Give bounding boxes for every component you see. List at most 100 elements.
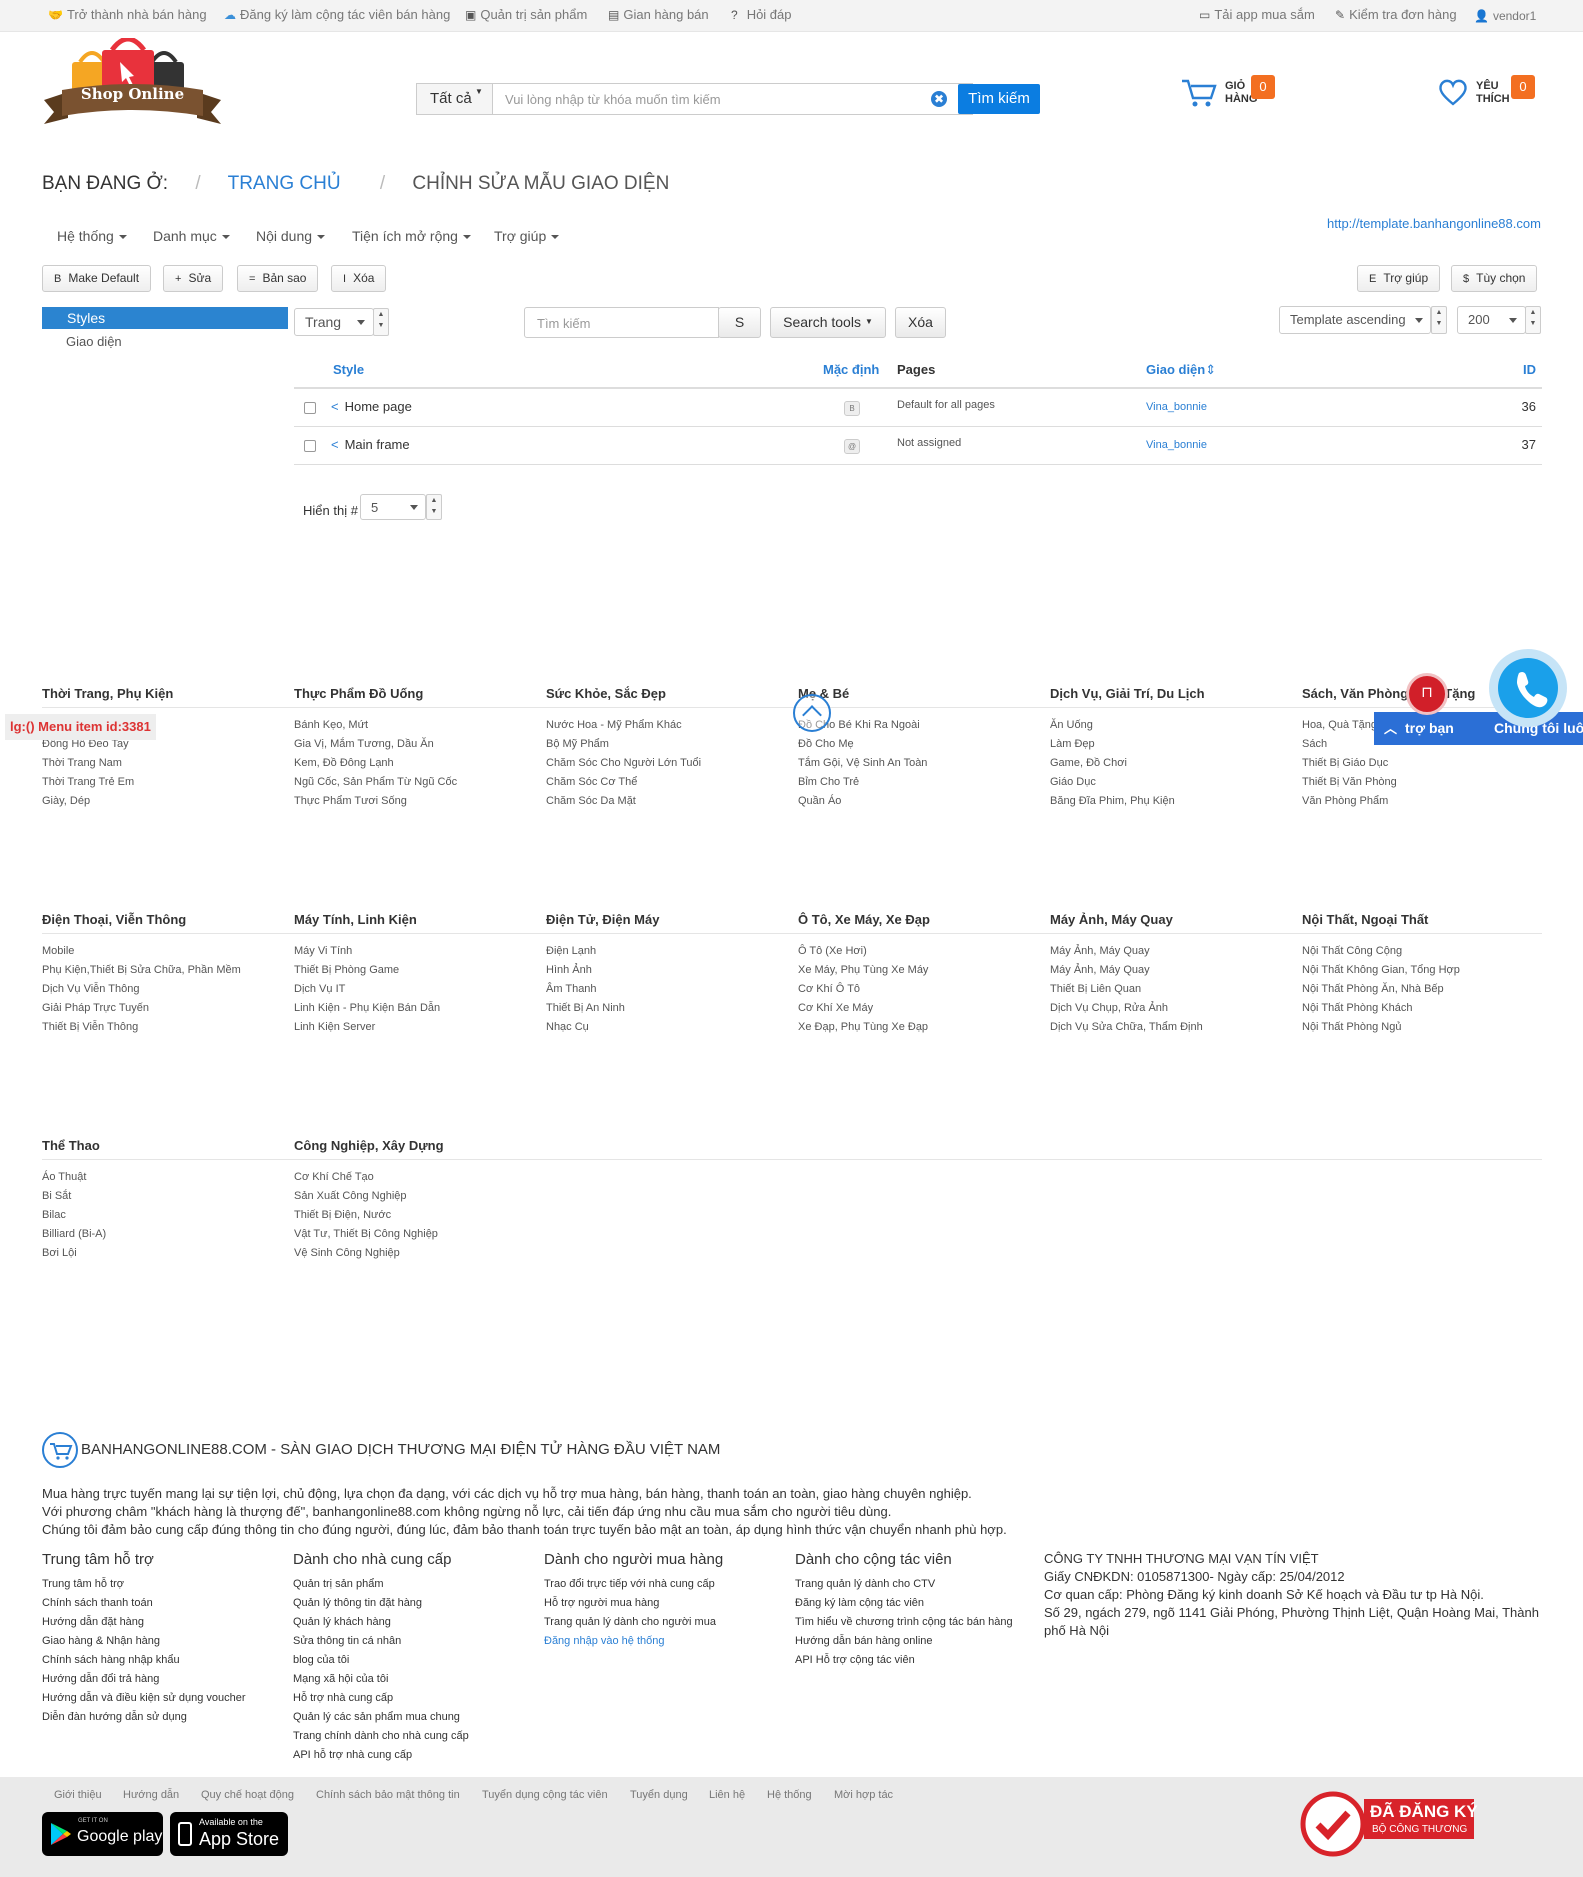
category-link[interactable]: Máy Ảnh, Máy Quay xyxy=(1050,942,1150,961)
footer-link[interactable]: blog của tôi xyxy=(293,1651,349,1670)
footer-link[interactable]: Quản lý thông tin đặt hàng xyxy=(293,1594,422,1613)
category-link[interactable]: Âm Thanh xyxy=(546,980,597,999)
menu-system[interactable]: Hệ thống xyxy=(57,228,127,244)
delete-button[interactable]: I Xóa xyxy=(331,265,387,292)
chat-button[interactable]: ⊓ xyxy=(1406,673,1448,715)
col-default[interactable]: Mặc định xyxy=(823,362,879,377)
category-link[interactable]: Bilac xyxy=(42,1206,66,1225)
col-style[interactable]: Style xyxy=(333,362,364,377)
col-template[interactable]: Giao diện⇕ xyxy=(1146,362,1216,378)
category-link[interactable]: Dịch Vụ Sửa Chữa, Thẩm Định xyxy=(1050,1018,1203,1037)
footer-link[interactable]: Chính sách hàng nhập khẩu xyxy=(42,1651,180,1670)
row-checkbox[interactable] xyxy=(304,440,316,452)
category-link[interactable]: Linh Kiện - Phụ Kiện Bán Dẫn xyxy=(294,999,440,1018)
footer-link[interactable]: Hướng dẫn và điều kiện sử dụng voucher xyxy=(42,1689,246,1708)
footer-link[interactable]: Hướng dẫn đổi trả hàng xyxy=(42,1670,159,1689)
category-link[interactable]: Bánh Kẹo, Mứt xyxy=(294,716,368,735)
check-order-link[interactable]: ✎ Kiểm tra đơn hàng xyxy=(1335,7,1457,22)
footer-link[interactable]: Đăng nhập vào hệ thống xyxy=(544,1632,665,1651)
faq-link[interactable]: ? Hỏi đáp xyxy=(731,7,792,22)
style-name-link[interactable]: < Main frame xyxy=(331,437,410,452)
footer-link[interactable]: Sửa thông tin cá nhân xyxy=(293,1632,401,1651)
menu-content[interactable]: Nội dung xyxy=(256,228,325,244)
footer-link[interactable]: Quản lý khách hàng xyxy=(293,1613,391,1632)
category-link[interactable]: Nội Thất Công Cộng xyxy=(1302,942,1402,961)
category-link[interactable]: Thiết Bị Phòng Game xyxy=(294,961,399,980)
options-button[interactable]: $ Tùy chọn xyxy=(1451,265,1538,292)
category-link[interactable]: Kem, Đồ Đông Lạnh xyxy=(294,754,394,773)
cart-button[interactable]: GIỎ HÀNG 0 xyxy=(1181,74,1276,114)
google-play-badge[interactable]: GET IT ON Google play xyxy=(42,1812,163,1856)
category-title[interactable]: Thể Thao xyxy=(42,1138,100,1153)
category-link[interactable]: Phụ Kiện,Thiết Bị Sửa Chữa, Phần Mềm xyxy=(42,961,241,980)
become-seller-link[interactable]: 🤝 Trở thành nhà bán hàng xyxy=(48,7,207,22)
category-link[interactable]: Cơ Khí Chế Tạo xyxy=(294,1168,374,1187)
filter-search-input[interactable]: Tìm kiếm xyxy=(524,307,719,338)
registered-ministry-badge[interactable]: ĐÃ ĐĂNG KÝ BỘ CÔNG THƯƠNG xyxy=(1298,1787,1478,1865)
default-star-icon[interactable]: B xyxy=(844,401,860,416)
search-button[interactable]: Tìm kiếm xyxy=(958,84,1040,114)
user-menu[interactable]: 👤 vendor1 xyxy=(1474,9,1536,23)
bottom-link[interactable]: Giới thiệu xyxy=(54,1789,102,1801)
category-link[interactable]: Bộ Mỹ Phẩm xyxy=(546,735,609,754)
search-input[interactable]: Vui lòng nhập từ khóa muốn tìm kiếm xyxy=(492,83,973,115)
bottom-link[interactable]: Tuyển dụng cộng tác viên xyxy=(482,1789,608,1801)
display-count-spinner[interactable]: ▲ ▼ xyxy=(426,494,442,520)
category-link[interactable]: Gia Vị, Mắm Tương, Dầu Ăn xyxy=(294,735,434,754)
category-link[interactable]: Nhạc Cụ xyxy=(546,1018,589,1037)
bottom-link[interactable]: Hệ thống xyxy=(767,1789,812,1801)
limit-select[interactable]: 200 xyxy=(1457,306,1526,334)
display-count-select[interactable]: 5 xyxy=(360,494,426,520)
footer-link[interactable]: Hỗ trợ nhà cung cấp xyxy=(293,1689,393,1708)
menu-categories[interactable]: Danh mục xyxy=(153,228,230,244)
category-link[interactable]: Quần Áo xyxy=(798,792,841,811)
category-link[interactable]: Billiard (Bi-A) xyxy=(42,1225,106,1244)
category-link[interactable]: Thiết Bị Điện, Nước xyxy=(294,1206,391,1225)
category-link[interactable]: Băng Đĩa Phim, Phụ Kiện xyxy=(1050,792,1175,811)
category-title[interactable]: Thực Phẩm Đồ Uống xyxy=(294,686,423,701)
help-button[interactable]: E Trợ giúp xyxy=(1357,265,1441,292)
category-title[interactable]: Công Nghiệp, Xây Dựng xyxy=(294,1138,444,1153)
search-tools-button[interactable]: Search tools ▼ xyxy=(770,307,886,338)
category-link[interactable]: Thiết Bị Viễn Thông xyxy=(42,1018,138,1037)
category-link[interactable]: Nội Thất Phòng Ăn, Nhà Bếp xyxy=(1302,980,1444,999)
category-link[interactable]: Nước Hoa - Mỹ Phẩm Khác xyxy=(546,716,682,735)
make-default-button[interactable]: B Make Default xyxy=(42,265,152,292)
col-id[interactable]: ID xyxy=(1523,362,1536,377)
category-link[interactable]: Xe Máy, Phụ Tùng Xe Máy xyxy=(798,961,928,980)
category-link[interactable]: Bơi Lội xyxy=(42,1244,77,1263)
category-link[interactable]: Sản Xuất Công Nghiệp xyxy=(294,1187,407,1206)
category-link[interactable]: Thiết Bị Văn Phòng xyxy=(1302,773,1397,792)
category-link[interactable]: Chăm Sóc Cơ Thể xyxy=(546,773,637,792)
category-title[interactable]: Ô Tô, Xe Máy, Xe Đạp xyxy=(798,912,930,927)
category-link[interactable]: Văn Phòng Phẩm xyxy=(1302,792,1388,811)
category-link[interactable]: Cơ Khí Ô Tô xyxy=(798,980,860,999)
category-link[interactable]: Bỉm Cho Trẻ xyxy=(798,773,859,792)
category-link[interactable]: Thực Phẩm Tươi Sống xyxy=(294,792,407,811)
footer-link[interactable]: API hỗ trợ nhà cung cấp xyxy=(293,1746,412,1765)
edit-button[interactable]: + Sửa xyxy=(163,265,224,292)
category-link[interactable]: Ngũ Cốc, Sản Phẩm Từ Ngũ Cốc xyxy=(294,773,457,792)
footer-link[interactable]: Hướng dẫn bán hàng online xyxy=(795,1632,933,1651)
footer-link[interactable]: Đăng ký làm cộng tác viên xyxy=(795,1594,924,1613)
category-link[interactable]: Nội Thất Phòng Khách xyxy=(1302,999,1412,1018)
category-link[interactable]: Làm Đẹp xyxy=(1050,735,1095,754)
category-link[interactable]: Mobile xyxy=(42,942,74,961)
row-checkbox[interactable] xyxy=(304,402,316,414)
filter-search-button[interactable]: S xyxy=(718,307,761,338)
site-link[interactable]: http://template.banhangonline88.com xyxy=(1327,216,1541,231)
client-filter-spinner[interactable]: ▲ ▼ xyxy=(373,308,389,336)
category-link[interactable]: Giải Pháp Trực Tuyến xyxy=(42,999,149,1018)
scroll-up-button[interactable] xyxy=(793,694,831,732)
footer-link[interactable]: Trang chính dành cho nhà cung cấp xyxy=(293,1727,469,1746)
download-app-link[interactable]: ▭ Tải app mua sắm xyxy=(1199,7,1315,22)
template-link[interactable]: Vina_bonnie xyxy=(1146,439,1207,451)
category-link[interactable]: Vệ Sinh Công Nghiệp xyxy=(294,1244,400,1263)
category-link[interactable]: Thiết Bị Giáo Dục xyxy=(1302,754,1388,773)
category-link[interactable]: Chăm Sóc Da Mặt xyxy=(546,792,636,811)
footer-link[interactable]: Giao hàng & Nhận hàng xyxy=(42,1632,160,1651)
category-link[interactable]: Dịch Vụ Viễn Thông xyxy=(42,980,139,999)
bottom-link[interactable]: Chính sách bảo mật thông tin xyxy=(316,1789,460,1801)
footer-link[interactable]: Trang quản lý dành cho người mua xyxy=(544,1613,716,1632)
breadcrumb-home-link[interactable]: TRANG CHỦ xyxy=(228,173,341,194)
